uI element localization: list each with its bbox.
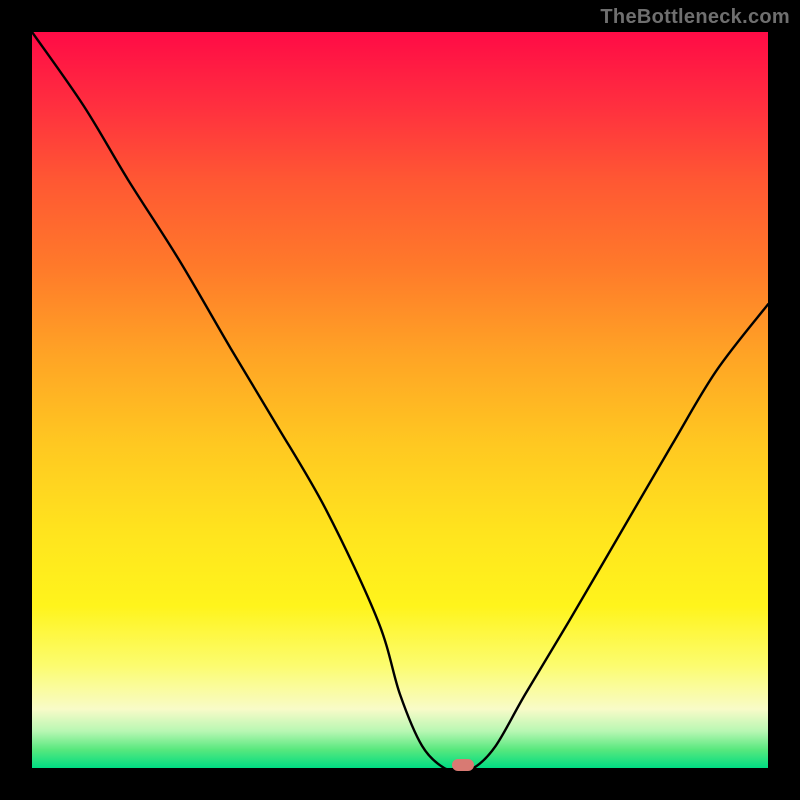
- bottleneck-curve: [32, 32, 768, 768]
- plot-area: [32, 32, 768, 768]
- chart-frame: TheBottleneck.com: [0, 0, 800, 800]
- watermark-text: TheBottleneck.com: [600, 6, 790, 29]
- minimum-marker: [452, 759, 474, 771]
